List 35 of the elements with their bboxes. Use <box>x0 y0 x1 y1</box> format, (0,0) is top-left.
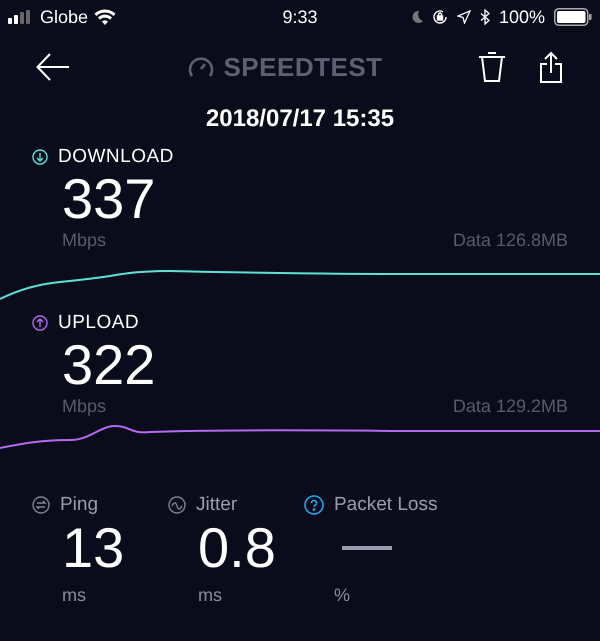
battery-percent: 100% <box>498 6 545 28</box>
wave-icon <box>168 496 186 514</box>
app-logo: SPEEDTEST <box>223 50 383 84</box>
clock-time: 9:33 <box>282 6 318 28</box>
stat-value: 13 <box>62 520 124 576</box>
wifi-icon <box>94 9 116 25</box>
moon-icon <box>410 10 423 24</box>
stat-value: 0.8 <box>198 520 276 576</box>
data-amount: Data 126.8MB <box>452 229 568 252</box>
stat-unit: ms <box>61 584 87 607</box>
carrier-name: Globe <box>40 6 88 28</box>
location-arrow-icon <box>456 10 471 24</box>
delete-button[interactable] <box>476 50 508 84</box>
battery-icon <box>554 8 592 26</box>
section-label: UPLOAD <box>58 310 140 335</box>
stat-unit: ms <box>197 584 223 607</box>
section-label: DOWNLOAD <box>58 144 174 169</box>
test-date: 2018/07/17 15:35 <box>206 104 394 134</box>
stat-label: Packet Loss <box>334 492 438 517</box>
empty-value-dash <box>342 546 392 550</box>
speed-value: 322 <box>62 337 156 393</box>
gauge-icon <box>187 55 216 79</box>
stat-unit: % <box>333 584 352 607</box>
data-amount: Data 129.2MB <box>452 395 568 418</box>
speed-unit: Mbps <box>62 395 106 418</box>
share-button[interactable] <box>538 50 564 84</box>
rotation-lock-icon <box>432 9 448 25</box>
stat-label: Ping <box>60 492 98 517</box>
stat-label: Jitter <box>196 492 238 517</box>
ping-icon <box>32 496 50 514</box>
speed-unit: Mbps <box>62 229 106 252</box>
bluetooth-icon <box>480 9 490 25</box>
back-button[interactable] <box>36 52 70 82</box>
speed-value: 337 <box>62 171 156 227</box>
help-icon[interactable] <box>304 495 324 515</box>
